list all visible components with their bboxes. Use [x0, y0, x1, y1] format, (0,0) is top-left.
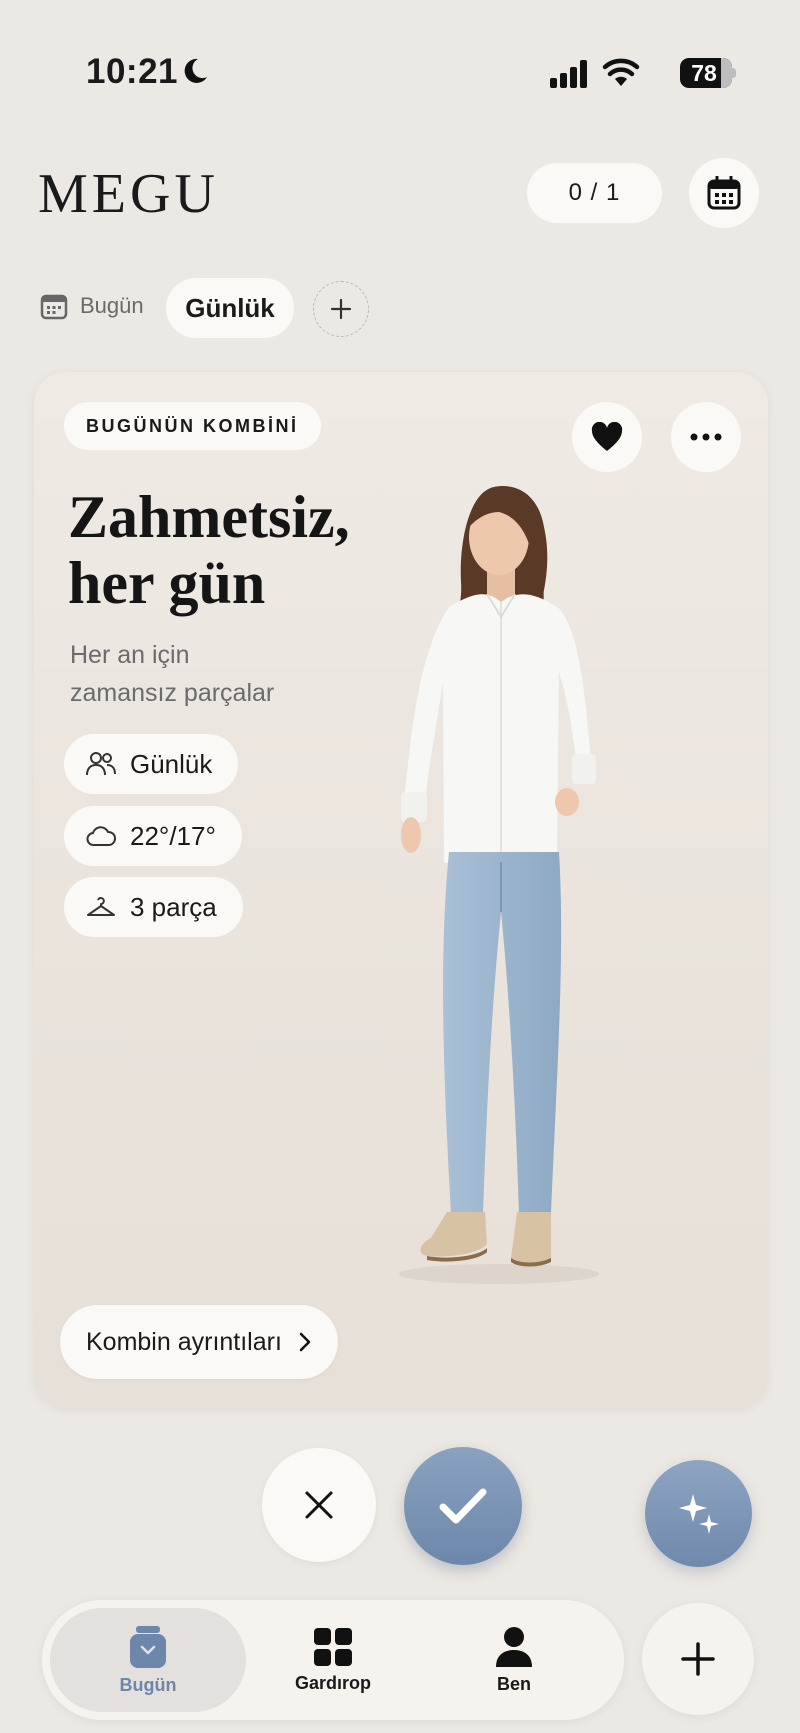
card-title-line: her gün [68, 550, 266, 616]
hanger-icon [86, 892, 116, 922]
nav-label: Ben [496, 1673, 531, 1694]
card-subtitle: Her an için zamansız parçalar [70, 636, 390, 712]
today-icon [130, 1625, 166, 1668]
nav-item-ben[interactable]: Ben [416, 1608, 612, 1712]
chevron-right-icon [299, 1332, 311, 1352]
sparkle-icon [678, 1493, 719, 1534]
accept-button[interactable] [404, 1447, 522, 1565]
weather-chip: 22°/17° [64, 806, 242, 866]
wifi-icon [602, 58, 640, 86]
weather-label: 22°/17° [130, 820, 216, 851]
check-icon [439, 1488, 487, 1524]
add-filter-button[interactable] [313, 281, 369, 337]
pieces-label: 3 parça [130, 891, 217, 922]
add-item-button[interactable] [642, 1603, 754, 1715]
battery-icon: 78 [680, 58, 736, 88]
calendar-button[interactable] [689, 158, 759, 228]
calendar-small-icon [40, 294, 68, 320]
outfit-model-image [399, 486, 599, 1284]
ai-suggest-button[interactable] [645, 1460, 752, 1567]
cloud-icon [86, 821, 116, 851]
nav-item-bugun[interactable]: Bugün [50, 1608, 246, 1712]
plus-icon [330, 298, 352, 320]
nav-label: Bugün [119, 1674, 177, 1695]
date-filter[interactable]: Bugün [40, 292, 144, 320]
battery-level: 78 [691, 60, 717, 86]
moon-icon [184, 58, 207, 83]
progress-counter[interactable]: 0 / 1 [527, 163, 662, 223]
nav-label: Gardırop [294, 1672, 371, 1693]
grid-icon [314, 1627, 352, 1666]
calendar-icon [707, 176, 741, 210]
close-icon [305, 1491, 333, 1519]
plus-icon [681, 1642, 715, 1676]
people-icon [86, 749, 116, 779]
person-icon [496, 1626, 532, 1667]
date-filter-label: Bugün [80, 293, 144, 318]
card-subtitle-line: Her an için [70, 641, 190, 669]
occasion-label: Günlük [130, 748, 213, 779]
status-bar: 10:21 78 [86, 52, 736, 96]
status-time: 10:21 [86, 52, 179, 91]
chip-gunluk[interactable]: Günlük [166, 278, 294, 338]
outfit-details-button[interactable]: Kombin ayrıntıları [60, 1305, 338, 1379]
nav-item-gardirop[interactable]: Gardırop [235, 1608, 431, 1712]
signal-icon [550, 60, 587, 88]
card-title: Zahmetsiz, her gün [68, 484, 408, 616]
outfit-card[interactable]: BUGÜNÜN KOMBİNİ Zahmetsiz, her gün Her a… [34, 372, 768, 1408]
brand-logo: MEGU [38, 163, 219, 225]
bottom-nav: Bugün Gardırop Ben [42, 1600, 624, 1720]
dismiss-button[interactable] [262, 1448, 376, 1562]
card-title-line: Zahmetsiz, [68, 484, 350, 550]
card-badge: BUGÜNÜN KOMBİNİ [64, 402, 321, 450]
occasion-chip: Günlük [64, 734, 239, 794]
pieces-chip: 3 parça [64, 877, 243, 937]
outfit-details-label: Kombin ayrıntıları [86, 1327, 282, 1356]
card-subtitle-line: zamansız parçalar [70, 679, 275, 707]
